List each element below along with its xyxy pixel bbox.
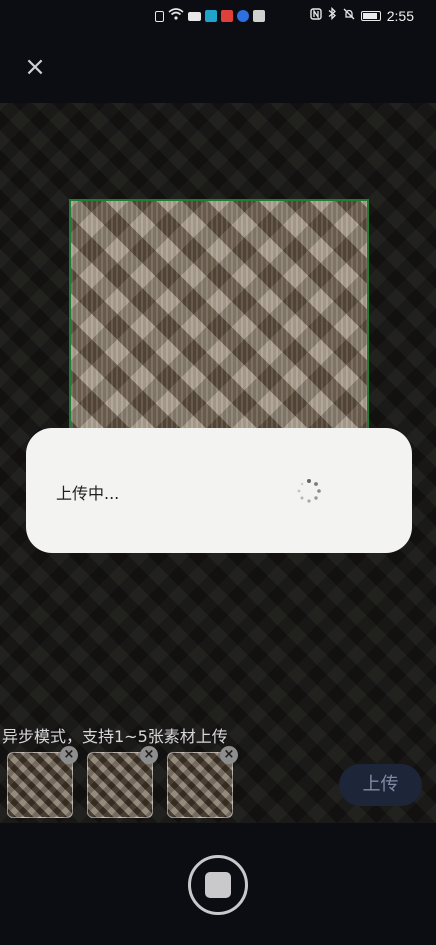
status-left-icons bbox=[155, 8, 265, 24]
video-icon bbox=[188, 11, 201, 21]
app-icon-red bbox=[221, 10, 233, 22]
status-time: 2:55 bbox=[386, 7, 414, 24]
mute-icon bbox=[343, 8, 355, 24]
uploading-text: 上传中... bbox=[56, 484, 120, 503]
close-icon[interactable]: × bbox=[22, 54, 48, 80]
wifi-icon bbox=[168, 8, 184, 24]
upload-tip: 异步模式，支持1~5张素材上传 bbox=[2, 727, 228, 746]
upload-button[interactable]: 上传 bbox=[339, 764, 422, 806]
stop-icon bbox=[205, 872, 231, 898]
remove-thumbnail-1-icon[interactable]: × bbox=[60, 746, 78, 764]
battery-icon bbox=[360, 10, 381, 21]
loading-spinner-icon bbox=[296, 478, 322, 504]
nfc-icon bbox=[310, 7, 322, 24]
status-bar: 2:55 bbox=[0, 0, 436, 32]
shutter-button[interactable] bbox=[188, 855, 248, 915]
status-right-icons: 2:55 bbox=[310, 6, 414, 24]
camera-upload-screen: 2:55 × 异步模式，支持1~5张素材上传 × × × 上传 上传中... bbox=[0, 0, 436, 945]
thumbnail-1[interactable]: × bbox=[7, 746, 78, 818]
uploading-dialog: 上传中... bbox=[26, 428, 412, 553]
app-icon-blue bbox=[237, 10, 249, 22]
remove-thumbnail-3-icon[interactable]: × bbox=[220, 746, 238, 764]
bluetooth-icon bbox=[328, 6, 337, 24]
thumbnail-2[interactable]: × bbox=[87, 746, 158, 818]
alert-icon bbox=[155, 10, 164, 22]
app-icon-grey bbox=[253, 10, 265, 22]
app-icon-teal bbox=[205, 10, 217, 22]
remove-thumbnail-2-icon[interactable]: × bbox=[140, 746, 158, 764]
thumbnail-3[interactable]: × bbox=[167, 746, 238, 818]
